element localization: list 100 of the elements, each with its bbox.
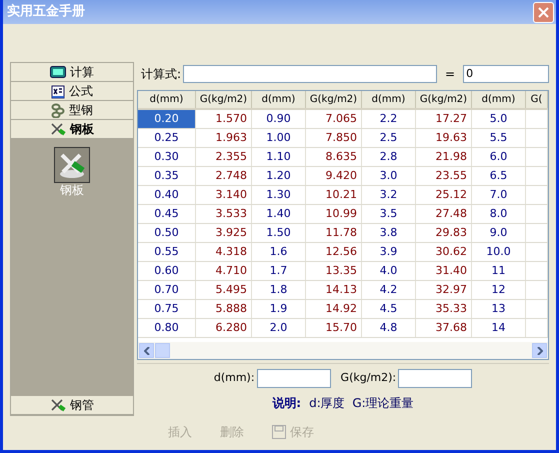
window-title: 实用五金手册 (7, 2, 85, 22)
table-cell: 13.35 (306, 262, 362, 280)
table-cell: 25.12 (416, 186, 472, 204)
close-button[interactable] (533, 2, 554, 22)
input-field[interactable] (256, 369, 331, 388)
table-cell: 3.0 (362, 167, 416, 185)
table-cell: 8.635 (306, 148, 362, 166)
table-cell: 13 (472, 300, 526, 318)
note-text: d:厚度 G:理论重量 (309, 395, 414, 412)
table-cell: 0.40 (138, 186, 196, 204)
table-cell: 7.0 (472, 186, 526, 204)
table-cell: 6.280 (196, 319, 252, 337)
table-cell: 0.35 (138, 167, 196, 185)
column-header[interactable]: G(kg/m2) (306, 91, 362, 108)
column-header[interactable]: d(mm) (472, 91, 526, 108)
table-cell: 0.45 (138, 205, 196, 223)
table-cell: 3.2 (362, 186, 416, 204)
table-cell: 10.99 (306, 205, 362, 223)
note-label: 说明: (272, 395, 302, 412)
table-cell: 19.63 (416, 129, 472, 147)
table-cell: 21.98 (416, 148, 472, 166)
table-cell: 31.40 (416, 262, 472, 280)
column-header[interactable]: d(mm) (252, 91, 306, 108)
table-cell: 2.2 (362, 110, 416, 128)
table-cell: 0.50 (138, 224, 196, 242)
tools-icon (50, 122, 66, 136)
table-cell: 12.56 (306, 243, 362, 261)
table-cell: 0.60 (138, 262, 196, 280)
table-cell: 0.70 (138, 281, 196, 299)
table-cell: 1.40 (252, 205, 306, 223)
formula-field[interactable] (183, 65, 438, 83)
table-cell: 0.80 (138, 319, 196, 337)
formula-label: 计算式: (141, 66, 182, 83)
table-cell: 1.20 (252, 167, 306, 185)
table-cell: 3.8 (362, 224, 416, 242)
table-cell: 0.90 (252, 110, 306, 128)
sidebar-section[interactable]: 型钢 (11, 101, 133, 120)
field-label: G(kg/m2): (340, 370, 396, 386)
table-cell: 29.83 (416, 224, 472, 242)
table-cell: 1.7 (252, 262, 306, 280)
field-label: d(mm): (214, 370, 255, 386)
table-cell: 5.888 (196, 300, 252, 318)
table-cell: 4.2 (362, 281, 416, 299)
sidebar-section[interactable]: 公式 (11, 82, 133, 101)
sidebar-section[interactable]: 计算 (11, 63, 133, 82)
table-cell: 17.27 (416, 110, 472, 128)
close-icon (538, 6, 549, 18)
table-cell: 35.33 (416, 300, 472, 318)
scroll-thumb[interactable] (155, 343, 170, 358)
table-cell: 2.0 (252, 319, 306, 337)
table-cell: 11 (472, 262, 526, 280)
column-header[interactable]: d(mm) (362, 91, 416, 108)
table-cell: 11.78 (306, 224, 362, 242)
equals-sign: = (445, 66, 456, 83)
table-cell: 4.0 (362, 262, 416, 280)
table-cell: 4.710 (196, 262, 252, 280)
input-field[interactable] (398, 369, 472, 388)
table-cell: 3.9 (362, 243, 416, 261)
table-cell: 9.0 (472, 224, 526, 242)
table-cell: 1.50 (252, 224, 306, 242)
horizontal-scrollbar[interactable] (138, 342, 548, 359)
table-cell: 4.8 (362, 319, 416, 337)
table-cell: 2.748 (196, 167, 252, 185)
table-cell: 14.92 (306, 300, 362, 318)
column-header[interactable]: G(kg/m2) (196, 91, 252, 108)
table-cell: 10.0 (472, 243, 526, 261)
table-cell: 0.20 (138, 110, 196, 128)
chain-icon (51, 102, 65, 118)
table-cell: 0.25 (138, 129, 196, 147)
table-cell: 15.70 (306, 319, 362, 337)
table-cell: 3.925 (196, 224, 252, 242)
table-cell: 3.5 (362, 205, 416, 223)
sidebar-section[interactable]: 钢管 (11, 396, 133, 415)
table-cell: 14.13 (306, 281, 362, 299)
column-header[interactable]: d(mm) (138, 91, 196, 108)
table-cell: 2.8 (362, 148, 416, 166)
column-header[interactable]: G(kg/m2) (416, 91, 472, 108)
result-field[interactable]: 0 (463, 65, 549, 83)
table-cell: 7.065 (306, 110, 362, 128)
sidebar-section[interactable]: 钢板 (11, 120, 133, 139)
table-cell: 5.5 (472, 129, 526, 147)
calculator-icon (50, 66, 66, 78)
table-cell: 2.355 (196, 148, 252, 166)
table-cell: 2.5 (362, 129, 416, 147)
table-cell: 12 (472, 281, 526, 299)
table-cell: 23.55 (416, 167, 472, 185)
table-cell: 1.570 (196, 110, 252, 128)
table-cell: 6.0 (472, 148, 526, 166)
table-cell: 14 (472, 319, 526, 337)
table-cell: 4.5 (362, 300, 416, 318)
table-cell: 37.68 (416, 319, 472, 337)
column-header[interactable]: G( (526, 91, 548, 108)
table-cell: 5.0 (472, 110, 526, 128)
table-cell: 5.495 (196, 281, 252, 299)
table-cell: 10.21 (306, 186, 362, 204)
table-cell: 8.0 (472, 205, 526, 223)
table-cell: 1.9 (252, 300, 306, 318)
table-cell: 6.5 (472, 167, 526, 185)
table-cell: 1.10 (252, 148, 306, 166)
tools-icon (50, 398, 66, 412)
